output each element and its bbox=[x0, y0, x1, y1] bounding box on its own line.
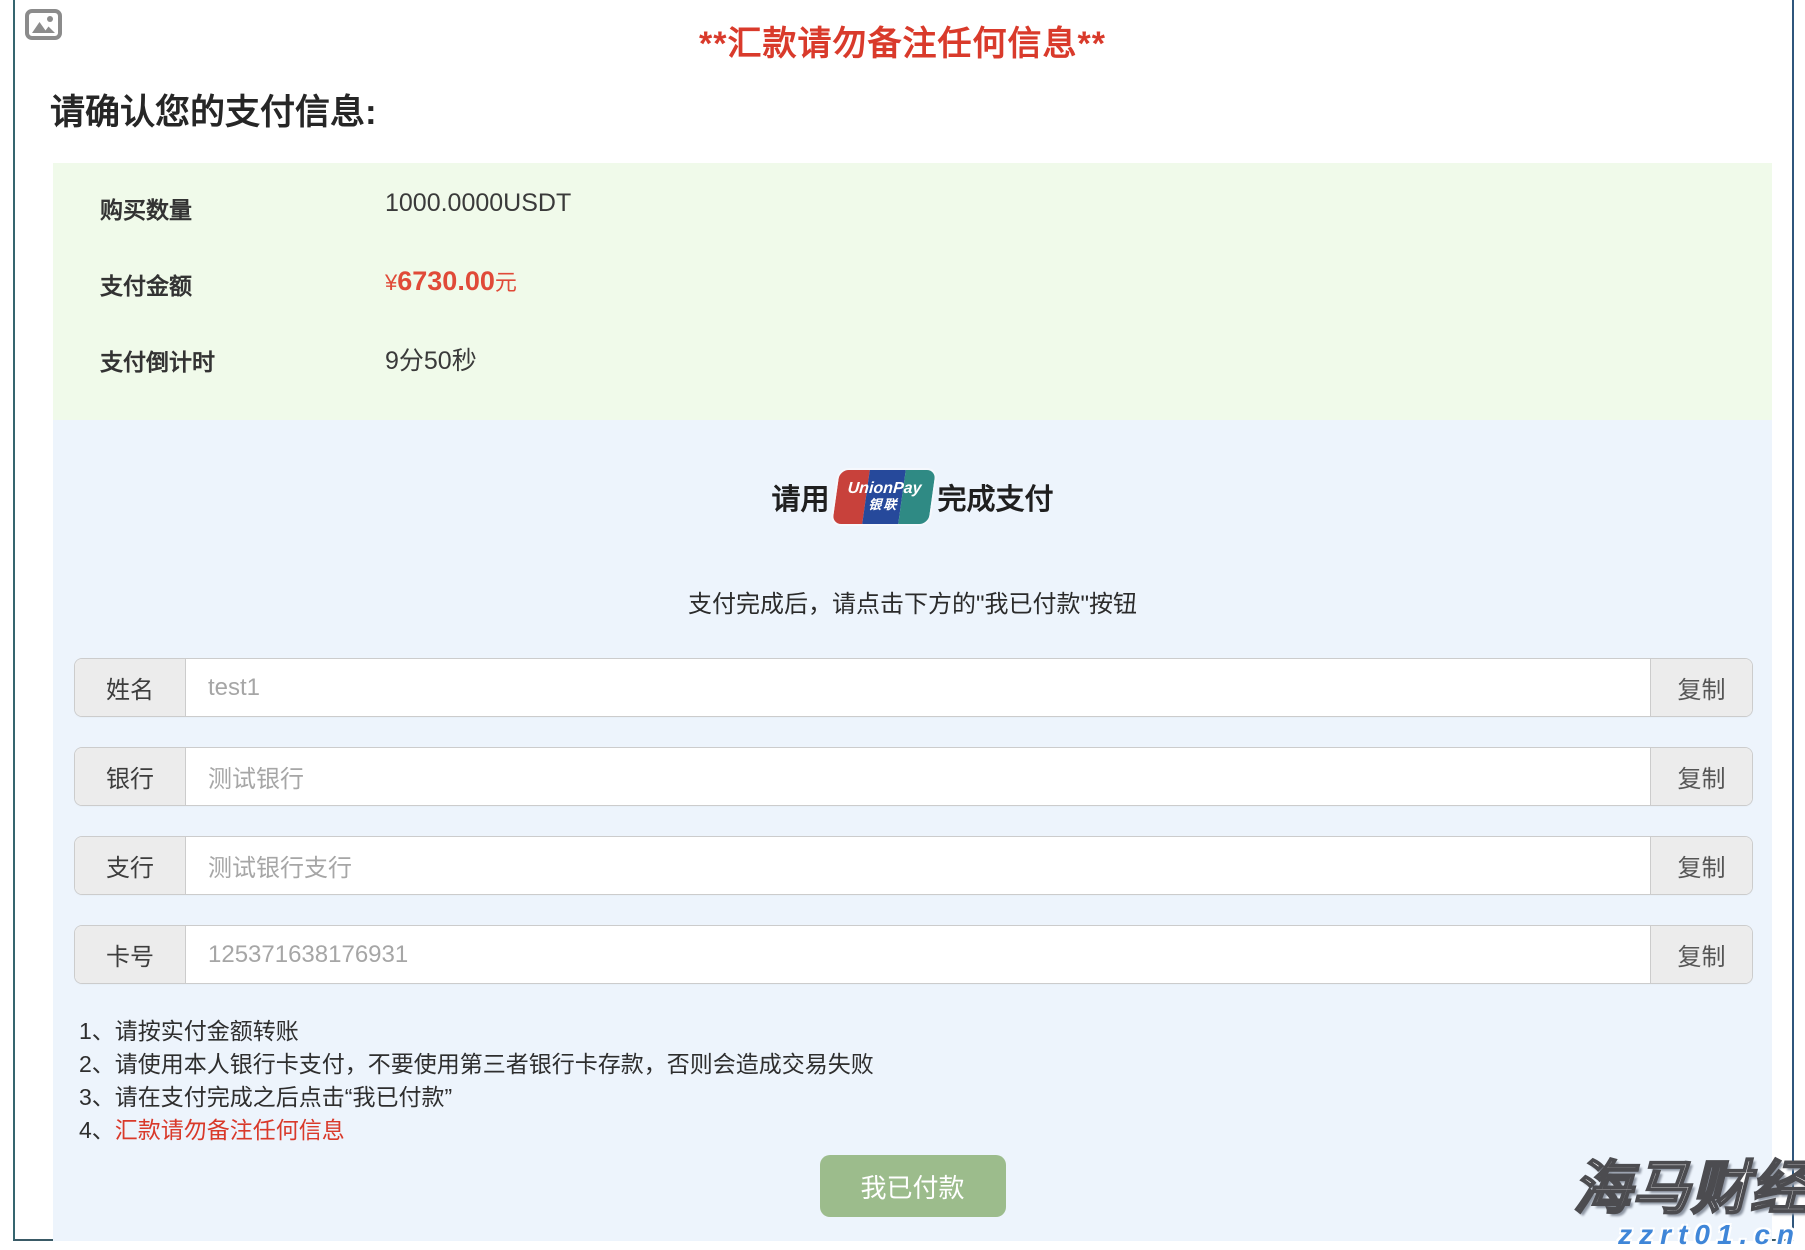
instruction-3: 3、请在支付完成之后点击“我已付款” bbox=[79, 1081, 1752, 1114]
instruction-1-number: 1、 bbox=[79, 1018, 115, 1044]
name-field-label: 姓名 bbox=[75, 659, 186, 716]
summary-row-countdown: 支付倒计时 9分50秒 bbox=[100, 341, 1772, 417]
instruction-2-text: 请使用本人银行卡支付，不要使用第三者银行卡存款，否则会造成交易失败 bbox=[115, 1051, 874, 1077]
currency-symbol: ¥ bbox=[385, 270, 397, 295]
bank-fields-group: 姓名 复制 银行 复制 支行 复制 卡号 复制 bbox=[75, 659, 1752, 983]
instruction-3-number: 3、 bbox=[79, 1084, 115, 1110]
copy-branch-button[interactable]: 复制 bbox=[1650, 837, 1752, 894]
bank-input[interactable] bbox=[186, 748, 1650, 805]
summary-row-amount: 支付金额 ¥6730.00元 bbox=[100, 265, 1772, 341]
name-input[interactable] bbox=[186, 659, 1650, 716]
confirm-payment-heading: 请确认您的支付信息: bbox=[50, 84, 377, 135]
unionpay-name-cn: 银联 bbox=[834, 498, 931, 512]
field-row-name: 姓名 复制 bbox=[75, 659, 1752, 716]
instruction-4-text: 汇款请勿备注任何信息 bbox=[115, 1117, 345, 1143]
countdown-label: 支付倒计时 bbox=[100, 341, 385, 377]
copy-name-button[interactable]: 复制 bbox=[1650, 659, 1752, 716]
amount-number: 6730.00 bbox=[397, 266, 495, 296]
instruction-2: 2、请使用本人银行卡支付，不要使用第三者银行卡存款，否则会造成交易失败 bbox=[79, 1048, 1752, 1081]
watermark-brand: 海马财经 bbox=[1573, 1160, 1805, 1218]
summary-row-quantity: 购买数量 1000.0000USDT bbox=[100, 189, 1772, 265]
remittance-warning-title: **汇款请勿备注任何信息** bbox=[0, 16, 1805, 65]
pay-with-unionpay-line: 请用 UnionPay 银联 完成支付 bbox=[53, 470, 1772, 524]
quantity-value: 1000.0000USDT bbox=[385, 189, 571, 218]
yuan-suffix: 元 bbox=[495, 270, 517, 295]
field-row-branch: 支行 复制 bbox=[75, 837, 1752, 894]
unionpay-logo-icon: UnionPay 银联 bbox=[832, 470, 936, 524]
copy-card-number-button[interactable]: 复制 bbox=[1650, 926, 1752, 983]
instruction-1: 1、请按实付金额转账 bbox=[79, 1015, 1752, 1048]
amount-value: ¥6730.00元 bbox=[385, 265, 517, 297]
payment-summary-panel: 购买数量 1000.0000USDT 支付金额 ¥6730.00元 支付倒计时 … bbox=[53, 163, 1772, 420]
instruction-3-text: 请在支付完成之后点击“我已付款” bbox=[115, 1084, 452, 1110]
instruction-2-number: 2、 bbox=[79, 1051, 115, 1077]
instruction-1-text: 请按实付金额转账 bbox=[115, 1018, 299, 1044]
branch-input[interactable] bbox=[186, 837, 1650, 894]
pay-with-suffix: 完成支付 bbox=[938, 476, 1054, 518]
watermark: 海马财经 zzrt01.cn bbox=[1573, 1160, 1805, 1249]
countdown-value: 9分50秒 bbox=[385, 341, 477, 377]
instruction-4-number: 4、 bbox=[79, 1117, 115, 1143]
copy-bank-button[interactable]: 复制 bbox=[1650, 748, 1752, 805]
watermark-site: zzrt01.cn bbox=[1573, 1221, 1801, 1249]
branch-field-label: 支行 bbox=[75, 837, 186, 894]
pay-with-prefix: 请用 bbox=[771, 476, 829, 518]
payment-instructions-list: 1、请按实付金额转账 2、请使用本人银行卡支付，不要使用第三者银行卡存款，否则会… bbox=[79, 1015, 1752, 1147]
card-number-input[interactable] bbox=[186, 926, 1650, 983]
field-row-bank: 银行 复制 bbox=[75, 748, 1752, 805]
instruction-4: 4、汇款请勿备注任何信息 bbox=[79, 1114, 1752, 1147]
i-have-paid-button[interactable]: 我已付款 bbox=[820, 1155, 1006, 1217]
unionpay-name-en: UnionPay bbox=[835, 480, 932, 498]
bank-field-label: 银行 bbox=[75, 748, 186, 805]
payment-detail-panel: 请用 UnionPay 银联 完成支付 支付完成后，请点击下方的"我已付款"按钮… bbox=[53, 420, 1772, 1241]
quantity-label: 购买数量 bbox=[100, 189, 385, 225]
amount-label: 支付金额 bbox=[100, 265, 385, 301]
after-payment-note: 支付完成后，请点击下方的"我已付款"按钮 bbox=[53, 584, 1772, 619]
card-number-field-label: 卡号 bbox=[75, 926, 186, 983]
unionpay-logo-text: UnionPay 银联 bbox=[834, 470, 934, 524]
field-row-card-number: 卡号 复制 bbox=[75, 926, 1752, 983]
